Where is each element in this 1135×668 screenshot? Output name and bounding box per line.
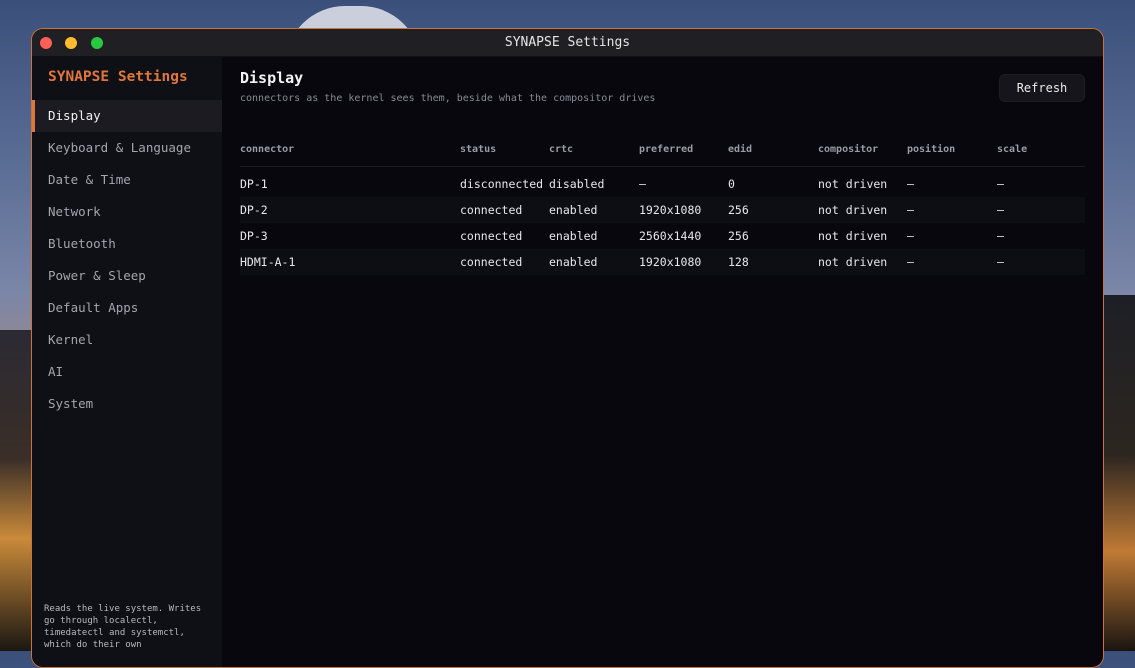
sidebar-item-power-sleep[interactable]: Power & Sleep	[32, 260, 222, 292]
column-header-status: status	[460, 144, 549, 167]
cell-position: –	[907, 249, 997, 275]
column-header-compositor: compositor	[818, 144, 907, 167]
cell-status: connected	[460, 197, 549, 223]
sidebar-item-keyboard-language[interactable]: Keyboard & Language	[32, 132, 222, 164]
cell-preferred: 1920x1080	[639, 197, 728, 223]
cell-edid: 128	[728, 249, 818, 275]
cell-compositor: not driven	[818, 177, 888, 191]
cell-crtc: enabled	[549, 197, 639, 223]
column-header-preferred: preferred	[639, 144, 728, 167]
cell-crtc: enabled	[549, 229, 598, 243]
cell-connector: HDMI-A-1	[240, 249, 460, 275]
column-header-crtc: crtc	[549, 144, 639, 167]
cell-compositor: not driven	[818, 249, 907, 275]
cell-compositor: not driven	[818, 197, 907, 223]
cell-scale: –	[997, 177, 1004, 191]
sidebar-nav: Display Keyboard & Language Date & Time …	[32, 100, 222, 420]
cell-preferred: 2560x1440	[639, 229, 702, 243]
wallpaper-city-right	[1103, 295, 1135, 651]
cell-crtc: disabled	[549, 177, 605, 191]
cell-position: –	[907, 197, 997, 223]
sidebar-item-display[interactable]: Display	[32, 100, 222, 132]
cell-connector: DP-2	[240, 197, 460, 223]
titlebar: SYNAPSE Settings	[32, 29, 1103, 57]
sidebar-item-kernel[interactable]: Kernel	[32, 324, 222, 356]
cell-preferred: –	[639, 177, 646, 191]
cell-status: connected	[460, 249, 549, 275]
refresh-button[interactable]: Refresh	[999, 74, 1085, 102]
table-row: DP-2 connected enabled 1920x1080 256 not…	[240, 197, 1085, 223]
cell-status: disconnected	[460, 177, 544, 191]
cell-preferred: 1920x1080	[639, 249, 728, 275]
page-subtitle: connectors as the kernel sees them, besi…	[240, 93, 656, 104]
cell-scale: –	[997, 197, 1085, 223]
wallpaper-city-left	[0, 330, 34, 651]
cell-edid: 0	[728, 177, 735, 191]
table-row: HDMI-A-1 connected enabled 1920x1080 128…	[240, 249, 1085, 275]
sidebar-item-date-time[interactable]: Date & Time	[32, 164, 222, 196]
sidebar-item-default-apps[interactable]: Default Apps	[32, 292, 222, 324]
app-brand: SYNAPSE Settings	[48, 69, 188, 85]
sidebar-item-network[interactable]: Network	[32, 196, 222, 228]
cell-edid: 256	[728, 197, 818, 223]
settings-window: SYNAPSE Settings SYNAPSE Settings Displa…	[31, 28, 1104, 668]
cell-compositor: not driven	[818, 229, 888, 243]
column-header-scale: scale	[997, 144, 1085, 167]
sidebar-item-system[interactable]: System	[32, 388, 222, 420]
column-header-connector: connector	[240, 144, 460, 167]
cell-edid: 256	[728, 229, 749, 243]
connectors-table: connector status crtc preferred edid com…	[240, 144, 1085, 275]
cell-connector: DP-3	[240, 229, 268, 243]
cell-crtc: enabled	[549, 249, 639, 275]
table-header-row: connector status crtc preferred edid com…	[240, 144, 1085, 167]
cell-position: –	[907, 177, 914, 191]
cell-connector: DP-1	[240, 177, 268, 191]
sidebar-item-bluetooth[interactable]: Bluetooth	[32, 228, 222, 260]
page-title: Display	[240, 69, 304, 87]
table-row: DP-1 disconnected disabled – 0 not drive…	[240, 171, 1085, 197]
main-panel: Display connectors as the kernel sees th…	[222, 56, 1103, 667]
sidebar-item-ai[interactable]: AI	[32, 356, 222, 388]
cell-status: connected	[460, 229, 523, 243]
sidebar-footer-note: Reads the live system. Writes go through…	[44, 604, 202, 650]
window-title: SYNAPSE Settings	[504, 35, 631, 50]
cell-scale: –	[997, 249, 1085, 275]
column-header-position: position	[907, 144, 997, 167]
sidebar: SYNAPSE Settings Display Keyboard & Lang…	[32, 56, 222, 667]
table-row: DP-3 connected enabled 2560x1440 256 not…	[240, 223, 1085, 249]
cell-position: –	[907, 229, 914, 243]
column-header-edid: edid	[728, 144, 818, 167]
cell-scale: –	[997, 229, 1004, 243]
